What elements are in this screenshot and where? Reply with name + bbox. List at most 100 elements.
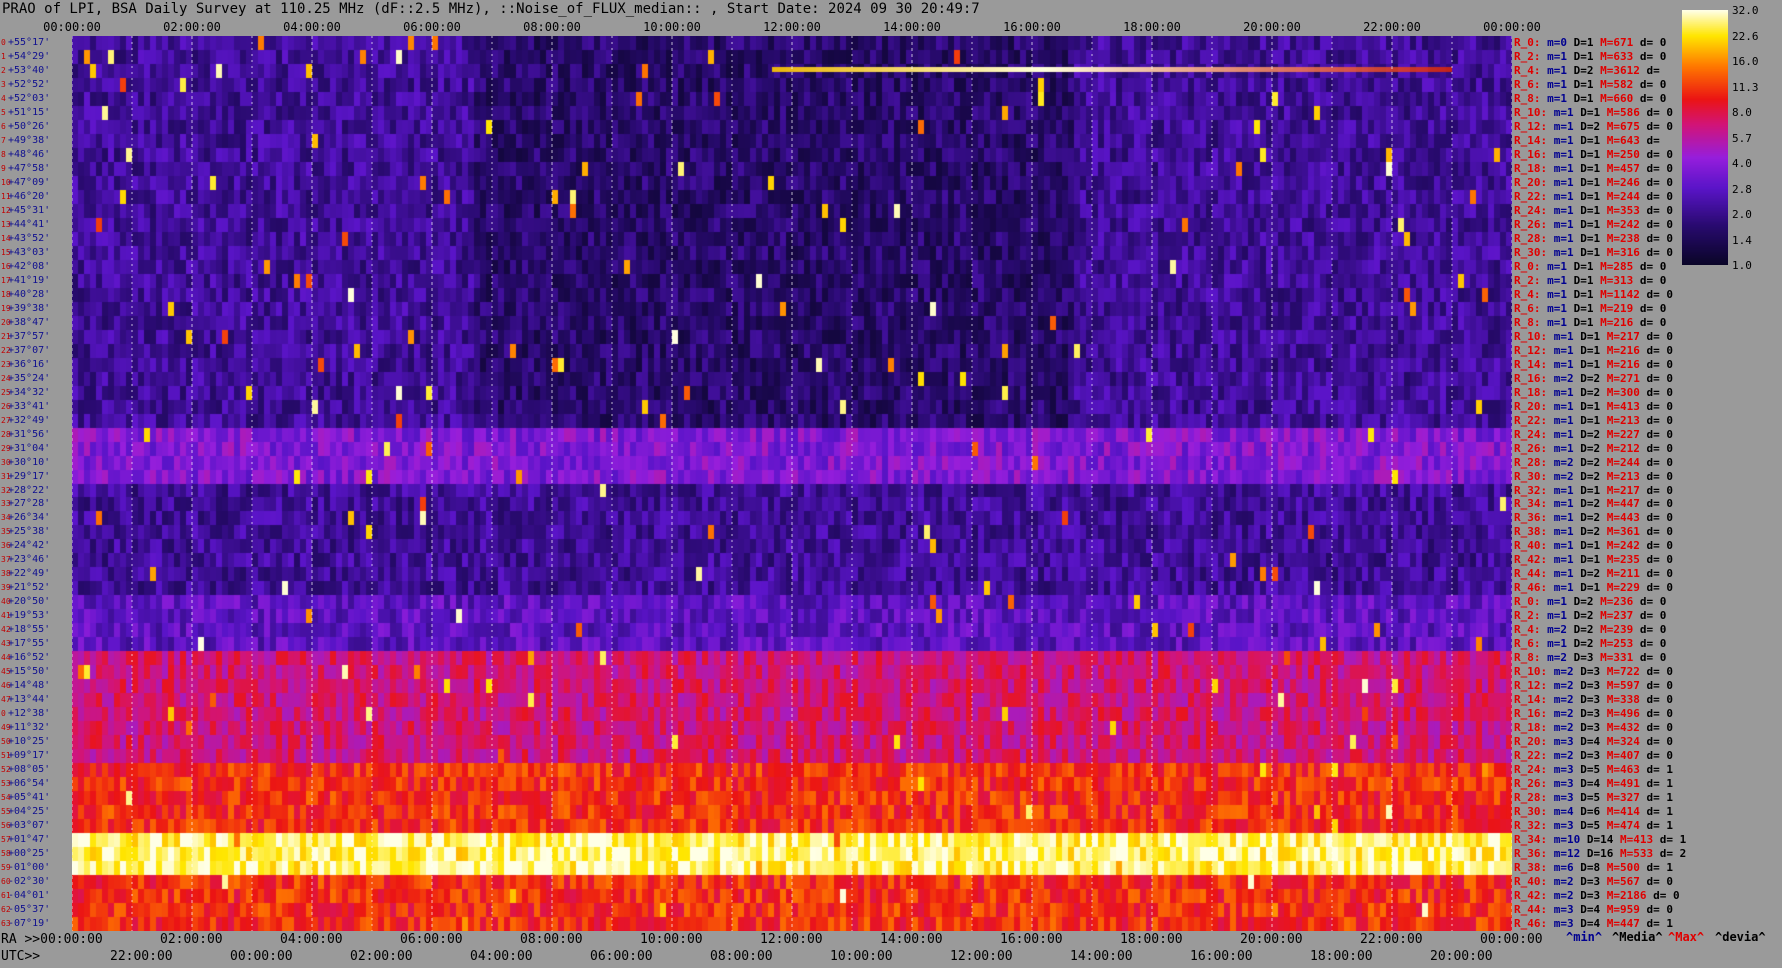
stat-field: d= 0 (1639, 427, 1673, 441)
declination-label: +08°05' (8, 764, 51, 776)
top-tick-label: 00:00:00 (1483, 20, 1541, 34)
stat-field: M=219 (1593, 301, 1634, 315)
row-stats: R_8: m=1 D=1 M=216 d= 0 (1514, 316, 1666, 329)
top-tick-label: 02:00:00 (163, 20, 221, 34)
row-index: 5 (1, 107, 6, 117)
declination-label: +31°56' (8, 428, 51, 440)
stat-field: m=2 (1547, 693, 1574, 707)
row-index: 0 (1, 38, 6, 47)
bottom-ra-tick: 08:00:00 (520, 932, 583, 947)
row-stats: R_4: m=2 D=2 M=239 d= 0 (1514, 623, 1666, 636)
colorbar-tick: 32.0 (1732, 4, 1759, 17)
top-tick-label: 16:00:00 (1003, 20, 1061, 34)
row-stats-panel: R_0: m=0 D=1 M=671 d= 0 R_2: m=1 D=1 M=63… (1514, 36, 1782, 931)
bottom-ra-tick: 02:00:00 (160, 932, 223, 947)
stat-field: D=1 (1573, 161, 1601, 175)
stat-field: d= 1 (1639, 819, 1673, 833)
colorbar-tick: 11.3 (1732, 80, 1759, 94)
stat-field: d= 0 (1639, 343, 1673, 357)
stat-field: D=3 (1573, 749, 1601, 763)
stat-field: D=1 (1573, 539, 1601, 553)
row-stats: R_28: m=3 D=5 M=327 d= 1 (1514, 791, 1673, 804)
row-index: 0 (1, 709, 6, 719)
stat-field: M=235 (1600, 553, 1640, 567)
stat-field: R_44: (1514, 567, 1548, 581)
stat-field: m=3 (1547, 735, 1574, 749)
stat-field: D=4 (1573, 903, 1601, 917)
stat-field: m=1 (1540, 63, 1567, 77)
declination-label: +28°22' (8, 484, 51, 496)
row-stats: R_30: m=1 D=1 M=316 d= 0 (1514, 246, 1673, 259)
row-stats: R_36: m=12 D=16 M=533 d= 2 (1514, 847, 1686, 860)
stat-field: m=1 (1547, 483, 1574, 497)
declination-label: +06°54' (8, 778, 51, 790)
declination-label: +42°08' (8, 260, 51, 272)
stat-field: m=1 (1547, 147, 1574, 161)
stat-field: M=643 (1600, 133, 1640, 147)
stat-field: M=327 (1600, 791, 1640, 805)
stat-field: d= 0 (1639, 231, 1673, 245)
stat-field: R_0: (1514, 595, 1541, 609)
row-stats: R_18: m=1 D=1 M=457 d= 0 (1514, 162, 1673, 175)
bottom-ra-tick: 04:00:00 (280, 932, 343, 947)
legend-max: ^Max^ (1668, 930, 1705, 944)
row-stats: R_20: m=1 D=1 M=246 d= 0 (1514, 176, 1673, 189)
stat-field: m=1 (1540, 287, 1567, 301)
stat-field: D=1 (1567, 273, 1594, 287)
stat-field: R_36: (1514, 511, 1548, 525)
row-index: 1 (1, 51, 6, 61)
stat-field: m=1 (1547, 511, 1574, 525)
stat-field: d= 0 (1633, 623, 1667, 637)
row-stats: R_8: m=2 D=3 M=331 d= 0 (1514, 651, 1666, 664)
stat-field: M=242 (1600, 217, 1640, 231)
declination-label: +20°50' (8, 596, 51, 608)
stat-field: R_10: (1514, 105, 1548, 119)
stat-field: D=2 (1567, 595, 1594, 609)
row-stats: R_26: m=3 D=4 M=491 d= 1 (1514, 777, 1673, 790)
bottom-ra-tick: 14:00:00 (880, 932, 943, 947)
stat-field: d= 0 (1633, 259, 1667, 273)
declination-label: +43°03' (8, 246, 51, 258)
stat-field: R_34: (1514, 833, 1548, 847)
stat-field: d= 0 (1639, 525, 1673, 539)
stat-field: M=959 (1600, 903, 1640, 917)
top-tick-label: 20:00:00 (1243, 20, 1301, 34)
stat-field: d= 0 (1639, 413, 1673, 427)
stat-field: R_10: (1514, 665, 1548, 679)
stat-field: M=500 (1600, 861, 1640, 875)
stat-field: R_2: (1514, 273, 1541, 287)
stat-field: D=2 (1573, 119, 1601, 133)
stat-field: D=1 (1573, 413, 1601, 427)
stat-field: D=4 (1573, 735, 1601, 749)
stat-field: d= 0 (1639, 497, 1673, 511)
top-tick-label: 14:00:00 (883, 20, 941, 34)
stat-field: M=3612 (1593, 63, 1640, 77)
top-tick-label: 12:00:00 (763, 20, 821, 34)
stat-field: M=633 (1593, 49, 1634, 63)
bottom-utc-tick: 12:00:00 (950, 949, 1013, 964)
stat-field: d= 1 (1639, 917, 1673, 931)
stat-field: R_42: (1514, 553, 1548, 567)
stat-field: m=3 (1547, 903, 1574, 917)
stat-field: D=1 (1567, 91, 1594, 105)
stat-field: m=10 (1547, 833, 1581, 847)
stat-field: D=1 (1573, 147, 1601, 161)
stat-field: R_0: (1514, 259, 1541, 273)
stat-field: M=213 (1600, 413, 1640, 427)
declination-label: +10°25' (8, 736, 51, 748)
row-stats: R_6: m=1 D=2 M=253 d= 0 (1514, 637, 1666, 650)
row-stats: R_34: m=10 D=14 M=413 d= 1 (1514, 833, 1686, 846)
row-stats: R_12: m=1 D=2 M=675 d= 0 (1514, 120, 1673, 133)
declination-label: +48°46' (8, 148, 51, 160)
stat-field: R_32: (1514, 483, 1548, 497)
stat-field: D=2 (1573, 371, 1601, 385)
bottom-utc-tick: 04:00:00 (470, 949, 533, 964)
stat-field: M=217 (1600, 329, 1640, 343)
stat-field: m=1 (1547, 553, 1574, 567)
stat-field: M=533 (1613, 847, 1654, 861)
stat-field: R_14: (1514, 693, 1548, 707)
stat-field: M=447 (1600, 917, 1640, 931)
stat-field: R_46: (1514, 581, 1548, 595)
stat-field: M=216 (1600, 343, 1640, 357)
colorbar-tick: 8.0 (1732, 106, 1752, 119)
